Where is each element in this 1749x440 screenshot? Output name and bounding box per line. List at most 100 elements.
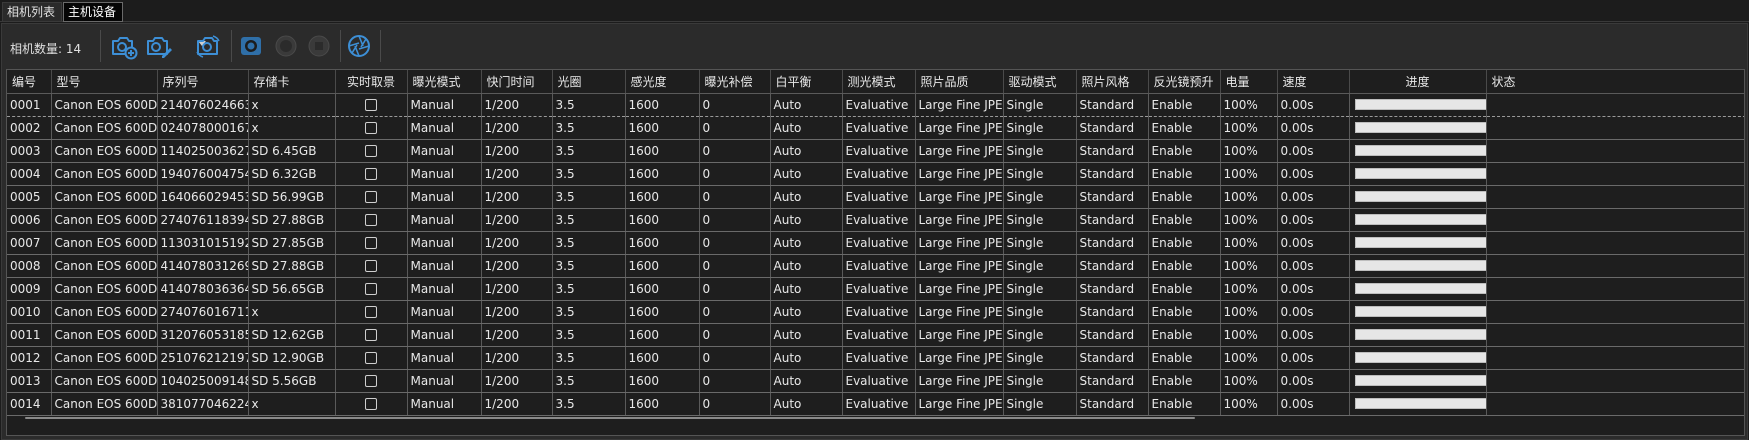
column-header[interactable]: 光圈 [552,70,626,94]
progress-bar [1354,99,1485,110]
camera-table: 编号 型号 序列号 存储卡 实时取景 曝光模式 快门时间 光圈 感光度 曝光补偿… [6,69,1745,436]
live-view-checkbox[interactable] [365,375,377,387]
live-view-checkbox[interactable] [365,306,377,318]
column-header[interactable]: 曝光模式 [407,70,482,94]
column-header[interactable]: 序列号 [157,70,249,94]
live-view-button[interactable] [236,32,266,60]
edit-camera-button[interactable] [143,32,173,60]
table-row[interactable]: 0009 Canon EOS 600D 414078036364 SD 56.65GB… [7,277,1744,301]
cell-id: 0010 [7,300,52,324]
cell-aperture: 3.5 [552,254,626,278]
column-header[interactable]: 快门时间 [481,70,553,94]
camera-list-panel: 相机数量: 14 编号 型号 序列号 存储卡 实时取景 曝光模式 快门时间 光圈… [1,23,1748,440]
column-header[interactable]: 照片风格 [1076,70,1149,94]
table-row[interactable]: 0012 Canon EOS 600D 251076212197 SD 12.90GB… [7,346,1744,370]
cell-storage-card: x [248,93,336,117]
cell-progress [1349,300,1487,324]
table-row[interactable]: 0008 Canon EOS 600D 414078031269 SD 27.88GB… [7,254,1744,278]
column-header[interactable]: 曝光补偿 [699,70,771,94]
cell-drive-mode: Single [1003,323,1077,347]
live-view-checkbox[interactable] [365,214,377,226]
cell-mirror-lockup: Enable [1148,392,1221,416]
cell-exposure-comp: 0 [699,116,771,140]
column-header[interactable]: 感光度 [625,70,700,94]
column-header[interactable]: 编号 [7,70,52,94]
cell-shutter: 1/200 [481,116,553,140]
live-view-checkbox[interactable] [365,168,377,180]
switch-camera-button[interactable] [193,32,223,60]
table-row[interactable]: 0013 Canon EOS 600D 104025009148 SD 5.56GB M… [7,369,1744,393]
column-header[interactable]: 存储卡 [248,70,336,94]
cell-shutter: 1/200 [481,185,553,209]
tab-host-devices[interactable]: 主机设备 [63,2,123,22]
cell-picture-style: Standard [1076,93,1149,117]
cell-mirror-lockup: Enable [1148,277,1221,301]
cell-iso: 1600 [625,323,700,347]
column-header[interactable]: 测光模式 [842,70,916,94]
table-row[interactable]: 0014 Canon EOS 600D 381077046224 x Manual 1/2… [7,392,1744,416]
cell-storage-card: SD 12.90GB [248,346,336,370]
column-header[interactable]: 电量 [1220,70,1278,94]
column-header[interactable]: 实时取景 [335,70,408,94]
cell-mirror-lockup: Enable [1148,116,1221,140]
horizontal-scrollbar[interactable] [25,417,1195,419]
column-header[interactable]: 驱动模式 [1003,70,1077,94]
table-row[interactable]: 0004 Canon EOS 600D 194076004754 SD 6.32GB M… [7,162,1744,186]
table-row[interactable]: 0011 Canon EOS 600D 312076053185 SD 12.62GB… [7,323,1744,347]
cell-speed: 0.00s [1277,162,1350,186]
cell-aperture: 3.5 [552,93,626,117]
cell-drive-mode: Single [1003,300,1077,324]
table-row[interactable]: 0006 Canon EOS 600D 274076118394 SD 27.88GB… [7,208,1744,232]
cell-model: Canon EOS 600D [51,185,158,209]
cell-progress [1349,254,1487,278]
aperture-button[interactable] [344,32,374,60]
cell-serial: 114025003627 [157,139,249,163]
live-view-checkbox[interactable] [365,122,377,134]
table-row[interactable]: 0003 Canon EOS 600D 114025003627 SD 6.45GB M… [7,139,1744,163]
live-view-checkbox[interactable] [365,237,377,249]
live-view-checkbox[interactable] [365,329,377,341]
cell-live-view [335,369,408,393]
cell-mirror-lockup: Enable [1148,300,1221,324]
toolbar-divider [380,30,381,62]
column-header[interactable]: 状态 [1486,70,1744,94]
column-header[interactable]: 型号 [51,70,158,94]
live-view-checkbox[interactable] [365,145,377,157]
progress-bar [1354,352,1485,363]
live-view-checkbox[interactable] [365,352,377,364]
cell-quality: Large Fine JPEG [915,346,1004,370]
cell-live-view [335,254,408,278]
cell-mirror-lockup: Enable [1148,162,1221,186]
table-row[interactable]: 0001 Canon EOS 600D 214076024663 x Manual 1/2… [7,93,1744,117]
column-header[interactable]: 照片品质 [915,70,1004,94]
cell-exposure-mode: Manual [407,208,482,232]
live-view-checkbox[interactable] [365,260,377,272]
cell-exposure-mode: Manual [407,346,482,370]
live-view-checkbox[interactable] [365,191,377,203]
add-camera-button[interactable] [108,32,138,60]
cell-speed: 0.00s [1277,392,1350,416]
table-row[interactable]: 0005 Canon EOS 600D 164066029453 SD 56.99GB… [7,185,1744,209]
stop-button[interactable] [304,32,334,60]
column-header[interactable]: 白平衡 [770,70,843,94]
table-row[interactable]: 0010 Canon EOS 600D 274076016711 x Manual 1/2… [7,300,1744,324]
cell-live-view [335,116,408,140]
table-row[interactable]: 0007 Canon EOS 600D 113031015192 SD 27.85GB… [7,231,1744,255]
live-view-checkbox[interactable] [365,398,377,410]
table-row[interactable]: 0002 Canon EOS 600D 024078000167 x Manual 1/2… [7,116,1744,140]
column-header[interactable]: 进度 [1349,70,1487,94]
cell-model: Canon EOS 600D [51,231,158,255]
column-header[interactable]: 反光镜预升 [1148,70,1221,94]
cell-iso: 1600 [625,300,700,324]
live-view-checkbox[interactable] [365,99,377,111]
cell-quality: Large Fine JPEG [915,369,1004,393]
record-button[interactable] [271,32,301,60]
live-view-checkbox[interactable] [365,283,377,295]
cell-drive-mode: Single [1003,93,1077,117]
tab-camera-list[interactable]: 相机列表 [2,2,62,22]
cell-speed: 0.00s [1277,208,1350,232]
cell-iso: 1600 [625,162,700,186]
cell-battery: 100% [1220,346,1278,370]
column-header[interactable]: 速度 [1277,70,1350,94]
cell-exposure-mode: Manual [407,323,482,347]
